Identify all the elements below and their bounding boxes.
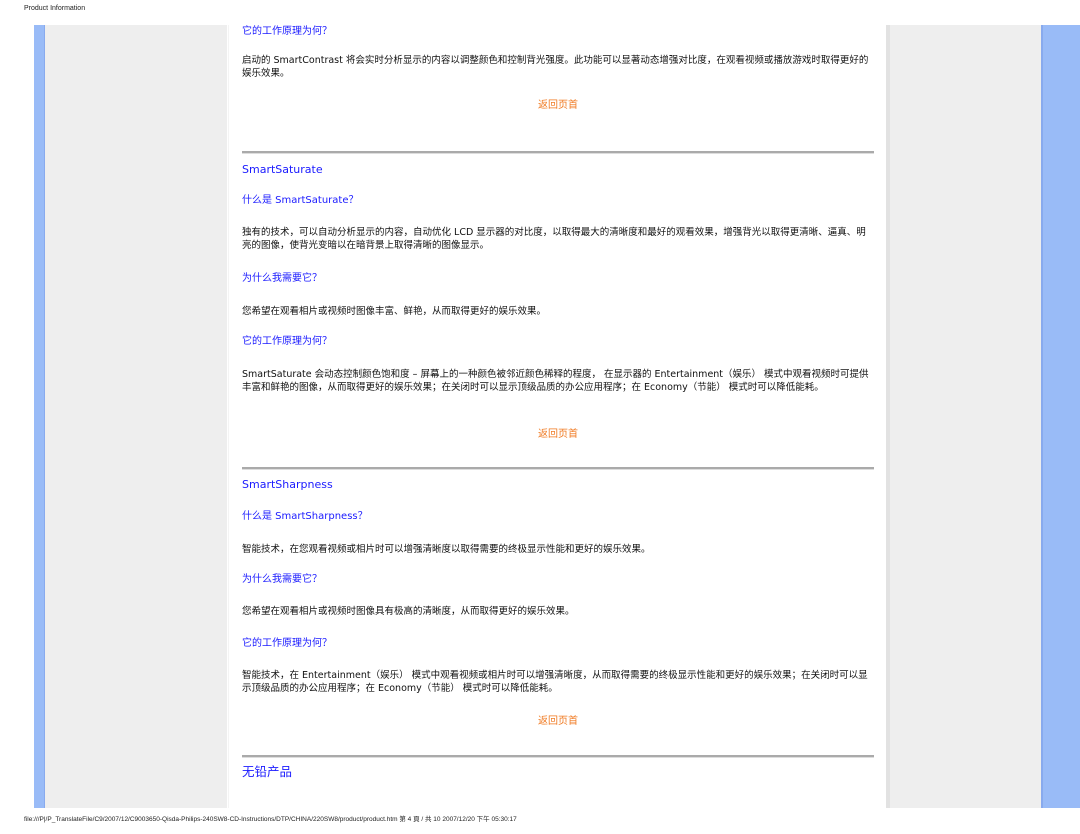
back-to-top-link[interactable]: 返回页首 [242,715,874,729]
sharpness-why-text: 您希望在观看相片或视频时图像具有极高的清晰度，从而取得更好的娱乐效果。 [242,606,575,617]
saturate-how-text: SmartSaturate 会动态控制颜色饱和度 – 屏幕上的一种颜色被邻近颜色… [242,369,869,393]
back-to-top-link[interactable]: 返回页首 [242,428,874,442]
saturate-why-heading: 为什么我需要它？ [242,273,322,284]
page-header-title: Product Information [24,5,86,12]
contrast-how-text: 启动的 SmartContrast 将会实时分析显示的内容以调整颜色和控制背光强… [242,55,869,79]
saturate-what-heading: 什么是 SmartSaturate？ [242,195,359,206]
saturate-title: SmartSaturate [242,163,323,176]
sharpness-what-heading: 什么是 SmartSharpness？ [242,511,368,522]
left-accent-stripe [34,25,45,808]
contrast-how-heading: 它的工作原理为何？ [242,26,332,37]
section-divider [242,755,874,758]
sharpness-how-heading: 它的工作原理为何？ [242,638,332,649]
lead-free-title: 无铅产品 [242,764,293,779]
saturate-why-text: 您希望在观看相片或视频时图像丰富、鲜艳，从而取得更好的娱乐效果。 [242,306,547,317]
section-divider [242,467,874,470]
main-content: 它的工作原理为何？ 启动的 SmartContrast 将会实时分析显示的内容以… [228,25,886,808]
right-accent-stripe [1041,25,1080,808]
saturate-what-text: 独有的技术，可以自动分析显示的内容，自动优化 LCD 显示器的对比度，以取得最大… [242,227,866,251]
sharpness-title: SmartSharpness [242,478,333,491]
sharpness-why-heading: 为什么我需要它？ [242,574,322,585]
left-sidebar-panel [45,25,227,808]
saturate-how-heading: 它的工作原理为何？ [242,336,332,347]
sharpness-how-text: 智能技术，在 Entertainment（娱乐） 模式中观看视频或相片时可以增强… [242,670,868,694]
section-divider [242,151,874,154]
sharpness-what-text: 智能技术，在您观看视频或相片时可以增强清晰度以取得需要的终极显示性能和更好的娱乐… [242,544,651,555]
right-sidebar-panel [886,25,1041,808]
footer-file-path: file:///P|/P_TranslateFile/C9/2007/12/C9… [24,816,517,823]
back-to-top-link[interactable]: 返回页首 [242,99,874,113]
